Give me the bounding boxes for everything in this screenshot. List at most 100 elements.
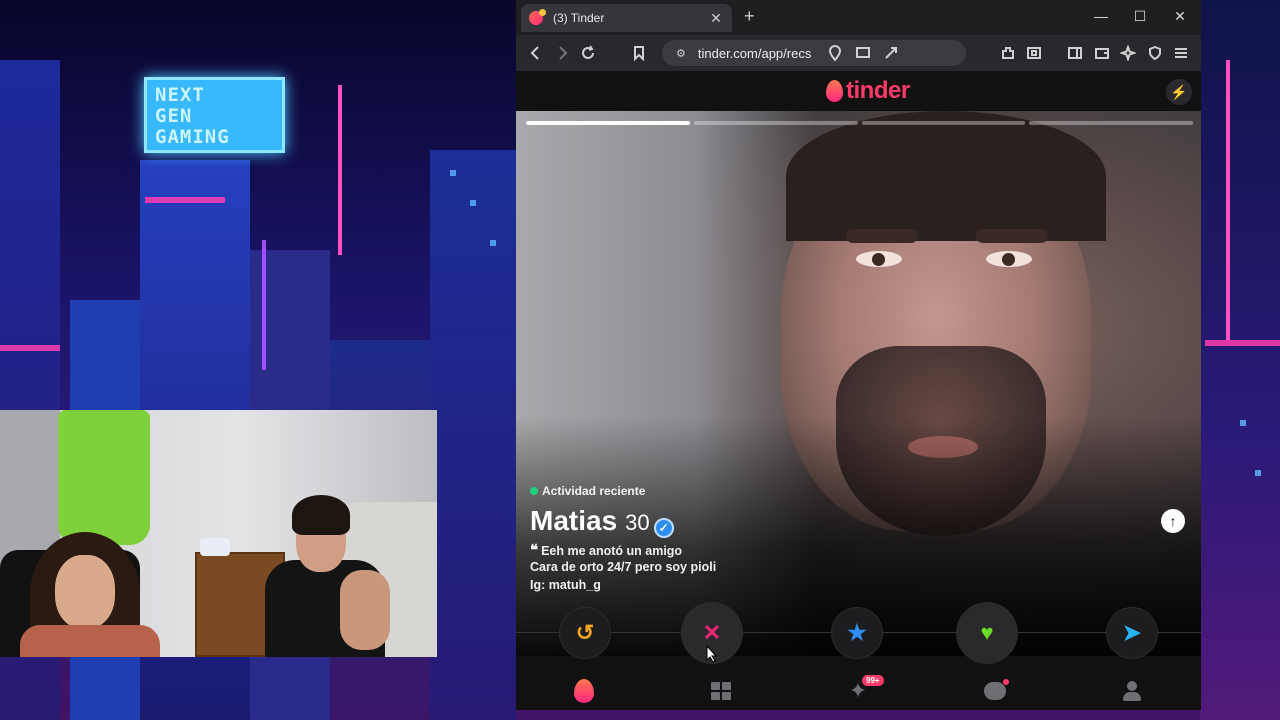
neon-stripe (1205, 340, 1280, 346)
flame-icon (574, 679, 594, 703)
vpn-icon[interactable] (1144, 42, 1166, 64)
likes-count-badge: 99+ (862, 675, 884, 686)
wallet-icon[interactable] (1091, 42, 1113, 64)
star-icon: ★ (847, 620, 867, 645)
bottom-nav: ✦ 99+ (516, 670, 1201, 710)
bio-line: Cara de orto 24/7 pero soy pioli (530, 560, 717, 574)
close-tab-icon[interactable]: ✕ (708, 10, 724, 27)
photo-brow (846, 229, 918, 243)
profile-name-row: Matias 30 ✓ (530, 505, 674, 538)
verified-badge-icon: ✓ (653, 518, 674, 538)
forward-icon[interactable] (551, 42, 573, 64)
sidebar-icon[interactable] (1064, 42, 1086, 64)
arrow-up-icon: ↑ (1169, 513, 1177, 529)
window-light (1240, 420, 1246, 426)
extensions-icon[interactable] (997, 42, 1019, 64)
sign-line: NEXT (155, 84, 205, 106)
location-icon[interactable] (824, 42, 846, 64)
nav-profile[interactable] (1117, 676, 1147, 706)
profile-age: 30 (625, 510, 650, 535)
profile-photo-hair (786, 111, 1106, 241)
photo-progress-segment[interactable] (526, 121, 690, 125)
tab-title: (3) Tinder (553, 11, 605, 25)
photo-eye (856, 251, 902, 267)
online-dot (530, 487, 538, 495)
profile-name: Matias (530, 505, 618, 536)
streamer-1-body (20, 625, 160, 657)
streamer-2-arm (340, 570, 390, 650)
back-icon[interactable] (525, 42, 547, 64)
flame-icon (826, 80, 843, 102)
neon-pole (338, 85, 342, 255)
window-light (1255, 470, 1261, 476)
tinder-header: tinder ⚡ (516, 71, 1201, 111)
unread-dot (1003, 679, 1009, 685)
activity-status: Actividad reciente (530, 484, 645, 498)
new-tab-button[interactable]: + (744, 6, 755, 27)
screenshot-icon[interactable] (1023, 42, 1045, 64)
photo-eye (986, 251, 1032, 267)
building (430, 150, 516, 720)
photo-brow (976, 229, 1048, 243)
neon-pole (1226, 60, 1230, 340)
title-bar: (3) Tinder ✕ + — ☐ ✕ (516, 0, 1201, 35)
close-window-button[interactable]: ✕ (1170, 8, 1190, 25)
bio-line: Ig: matuh_g (530, 578, 601, 592)
sign-line: GAMING (155, 126, 230, 148)
window-light (450, 170, 456, 176)
nav-messages[interactable] (980, 676, 1010, 706)
neon-stripe (145, 197, 225, 203)
browser-toolbar: ⚙ tinder.com/app/recs 3 (516, 35, 1201, 96)
tinder-logo[interactable]: tinder (826, 77, 910, 105)
sign-line: GEN (155, 105, 193, 127)
close-icon: ✕ (702, 620, 722, 645)
explore-grid-icon (711, 682, 731, 700)
boost-lightning-button[interactable]: ⚡ (1166, 79, 1192, 105)
photo-progress-segment[interactable] (693, 121, 858, 125)
reload-icon[interactable] (577, 42, 599, 64)
activity-text: Actividad reciente (542, 484, 646, 498)
open-profile-button[interactable]: ↑ (1161, 509, 1185, 533)
address-bar[interactable]: ⚙ tinder.com/app/recs (662, 40, 966, 66)
photo-progress-bar[interactable] (526, 121, 1193, 125)
window-light (470, 200, 476, 206)
photo-progress-segment[interactable] (1029, 121, 1193, 125)
bookmark-icon[interactable] (628, 42, 650, 64)
neon-pole (262, 240, 266, 370)
tab-tinder[interactable]: (3) Tinder ✕ (521, 4, 732, 32)
minimize-button[interactable]: — (1091, 8, 1111, 24)
quote-icon: ❝ (530, 542, 539, 559)
tinder-favicon-icon (529, 9, 546, 25)
green-jacket (58, 410, 150, 545)
streamer-1-face (55, 555, 115, 629)
chat-icon (984, 679, 1009, 700)
send-icon: ➤ (1122, 620, 1142, 645)
window-light (490, 240, 496, 246)
leo-ai-icon[interactable] (1117, 42, 1139, 64)
bio-text: Eeh me anotó un amigo (541, 544, 683, 558)
rewind-button[interactable]: ↺ (560, 608, 610, 658)
menu-icon[interactable] (1170, 42, 1192, 64)
super-like-button[interactable]: ★ (832, 608, 882, 658)
nav-discover[interactable] (569, 676, 599, 706)
user-icon (1123, 681, 1141, 701)
lightning-icon: ⚡ (1170, 83, 1188, 100)
mouse-cursor-icon (706, 645, 718, 663)
share-icon[interactable] (880, 42, 902, 64)
profile-card[interactable] (516, 111, 1201, 656)
streamer-2 (292, 495, 350, 535)
webcam-feed (0, 410, 437, 657)
like-button[interactable]: ♥ (957, 603, 1017, 663)
photo-progress-segment[interactable] (861, 121, 1026, 125)
maximize-button[interactable]: ☐ (1130, 8, 1150, 25)
boost-button[interactable]: ➤ (1107, 608, 1157, 658)
site-settings-icon[interactable]: ⚙ (676, 47, 686, 60)
bio-line: ❝ Eeh me anotó un amigo (530, 541, 682, 559)
desktop-stream-scene: NEXT GEN GAMING (3) Tinder ✕ + — ☐ ✕ ⚙ t… (0, 0, 1280, 720)
browser-window: (3) Tinder ✕ + — ☐ ✕ ⚙ tinder.com/app/re… (516, 0, 1201, 710)
nav-explore[interactable] (706, 676, 736, 706)
neon-sign: NEXT GEN GAMING (144, 77, 285, 153)
lamp (200, 538, 230, 556)
neon-stripe (0, 345, 60, 351)
cast-icon[interactable] (852, 42, 874, 64)
